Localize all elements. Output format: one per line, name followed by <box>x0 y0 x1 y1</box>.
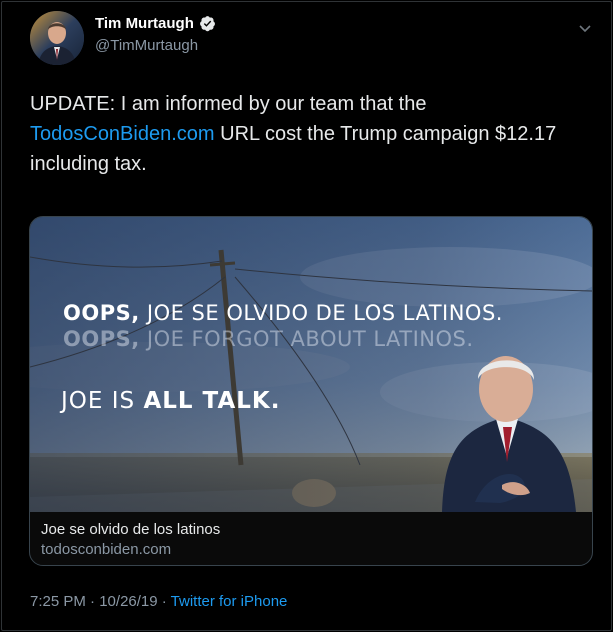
card-title[interactable]: Joe se olvido de los latinos <box>41 521 220 538</box>
image-text-line2-rest: JOE FORGOT ABOUT LATINOS. <box>139 327 474 351</box>
author-handle[interactable]: @TimMurtaugh <box>95 37 198 54</box>
image-text-line3: JOE IS ALL TALK. <box>61 388 280 414</box>
avatar[interactable] <box>30 11 84 65</box>
image-text-line3-prefix: JOE IS <box>61 388 144 414</box>
image-text-line1-rest: JOE SE OLVIDO DE LOS LATINOS. <box>139 301 503 325</box>
image-text-line2-bold: OOPS, <box>63 327 140 351</box>
author-name-text[interactable]: Tim Murtaugh <box>95 15 194 32</box>
tweet-text-before: UPDATE: I am informed by our team that t… <box>30 93 427 115</box>
tweet-text: UPDATE: I am informed by our team that t… <box>30 89 600 179</box>
verified-badge-icon <box>199 16 215 32</box>
tweet-date[interactable]: 10/26/19 <box>99 593 157 610</box>
image-text-line1: OOPS, JOE SE OLVIDO DE LOS LATINOS. <box>63 301 503 325</box>
tweet-time[interactable]: 7:25 PM <box>30 593 86 610</box>
image-text-line3-bold: ALL TALK. <box>143 388 281 414</box>
tweet-source[interactable]: Twitter for iPhone <box>171 593 288 610</box>
chevron-down-icon[interactable] <box>578 24 592 34</box>
tweet-link[interactable]: TodosConBiden.com <box>30 123 215 145</box>
image-text-line1-bold: OOPS, <box>63 301 140 325</box>
tweet-container: Tim Murtaugh @TimMurtaugh UPDATE: I am i… <box>1 1 612 631</box>
tweet-meta: 7:25 PM · 10/26/19 · Twitter for iPhone <box>30 593 287 610</box>
image-text-line2: OOPS, JOE FORGOT ABOUT LATINOS. <box>63 327 474 351</box>
author-name[interactable]: Tim Murtaugh <box>95 15 216 32</box>
meta-separator: · <box>85 593 100 610</box>
link-card[interactable]: OOPS, JOE SE OLVIDO DE LOS LATINOS. OOPS… <box>29 216 593 566</box>
meta-separator-2: · <box>157 593 171 610</box>
card-image[interactable]: OOPS, JOE SE OLVIDO DE LOS LATINOS. OOPS… <box>30 217 592 512</box>
card-domain: todosconbiden.com <box>41 541 172 558</box>
